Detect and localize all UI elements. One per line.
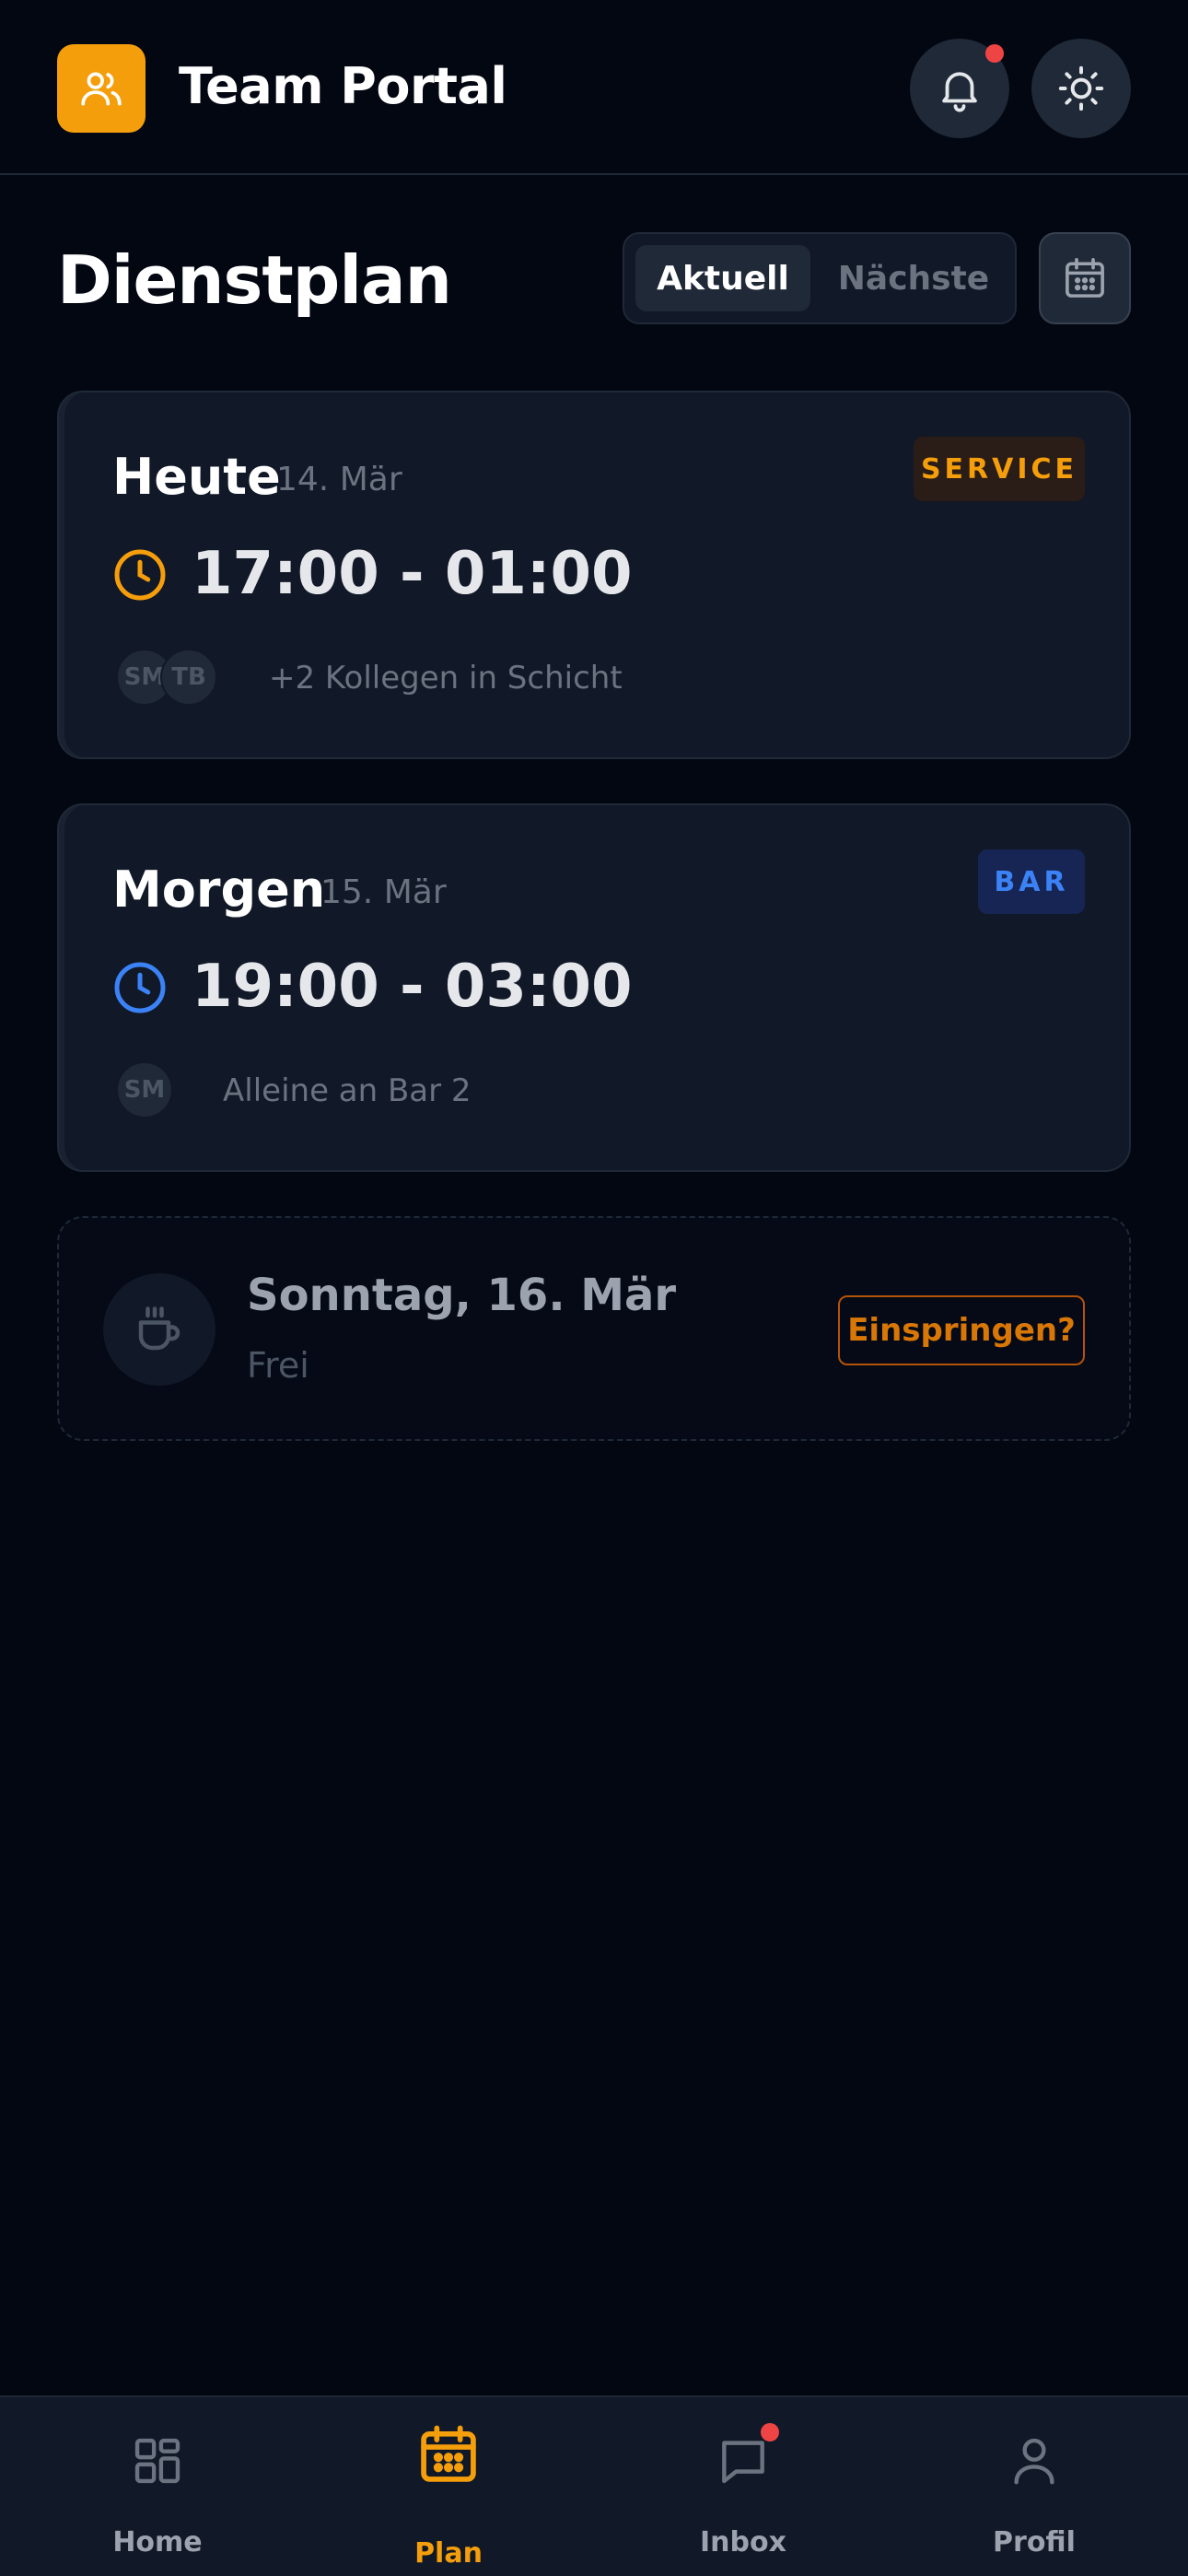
calendar-icon	[1066, 257, 1104, 298]
calendar-icon	[421, 2425, 476, 2482]
nav-label: Inbox	[700, 2526, 786, 2558]
clock-icon	[114, 962, 166, 1013]
message-icon	[722, 2441, 764, 2484]
nav-profile[interactable]: Profil	[886, 2397, 1182, 2576]
grid-icon	[134, 2438, 181, 2484]
coffee-icon-wrapper	[103, 1273, 215, 1386]
nav-label: Home	[112, 2526, 203, 2558]
notification-badge	[985, 44, 1004, 63]
clock-icon	[114, 549, 166, 601]
shift-colleagues-note: Alleine an Bar 2	[223, 1072, 472, 1109]
period-switch: Aktuell Nächste	[623, 232, 1017, 324]
shift-role-badge: SERVICE	[914, 437, 1085, 501]
nav-inbox[interactable]: Inbox	[595, 2397, 891, 2576]
tab-current[interactable]: Aktuell	[635, 245, 810, 311]
inbox-badge	[761, 2423, 779, 2441]
page-title: Dienstplan	[57, 241, 452, 319]
nav-home[interactable]: Home	[9, 2397, 306, 2576]
shift-day: Morgen	[112, 861, 326, 919]
shift-time: 17:00 - 01:00	[192, 540, 633, 608]
users-icon	[81, 72, 122, 106]
app-title: Team Portal	[179, 57, 507, 115]
calendar-button[interactable]	[1039, 232, 1131, 324]
avatar: SM	[116, 1061, 173, 1118]
shift-time: 19:00 - 03:00	[192, 953, 633, 1021]
nav-label: Profil	[993, 2526, 1076, 2558]
app-logo	[57, 44, 146, 133]
free-day-status: Frei	[247, 1345, 309, 1386]
shift-date: 14. Mär	[276, 461, 402, 498]
sun-icon	[1058, 65, 1104, 111]
take-shift-button[interactable]: Einspringen?	[838, 1295, 1085, 1365]
shift-colleagues-note: +2 Kollegen in Schicht	[269, 660, 623, 697]
app-header: Team Portal	[0, 0, 1188, 175]
bell-icon	[942, 72, 977, 112]
shift-date: 15. Mär	[320, 873, 447, 911]
user-icon	[1014, 2438, 1054, 2485]
free-day-card: Sonntag, 16. Mär Frei Einspringen?	[57, 1216, 1131, 1441]
bottom-navigation: Home Plan Inbox Profil	[0, 2395, 1188, 2576]
shift-card-tomorrow[interactable]: Morgen 15. Mär BAR 19:00 - 03:00 SM Alle…	[57, 803, 1131, 1172]
app-screen: Team Portal Dienstplan Aktuell Nächste H…	[0, 0, 1188, 2576]
shift-day: Heute	[112, 448, 281, 506]
nav-plan[interactable]: Plan	[300, 2397, 597, 2576]
free-day-title: Sonntag, 16. Mär	[247, 1270, 677, 1321]
shift-card-today[interactable]: Heute 14. Mär SERVICE 17:00 - 01:00 SM T…	[57, 391, 1131, 759]
avatar: TB	[160, 649, 217, 706]
nav-label: Plan	[414, 2537, 483, 2570]
theme-toggle-button[interactable]	[1031, 39, 1131, 138]
shift-role-badge: BAR	[978, 849, 1085, 914]
coffee-icon	[138, 1306, 181, 1351]
tab-next[interactable]: Nächste	[821, 245, 1006, 311]
